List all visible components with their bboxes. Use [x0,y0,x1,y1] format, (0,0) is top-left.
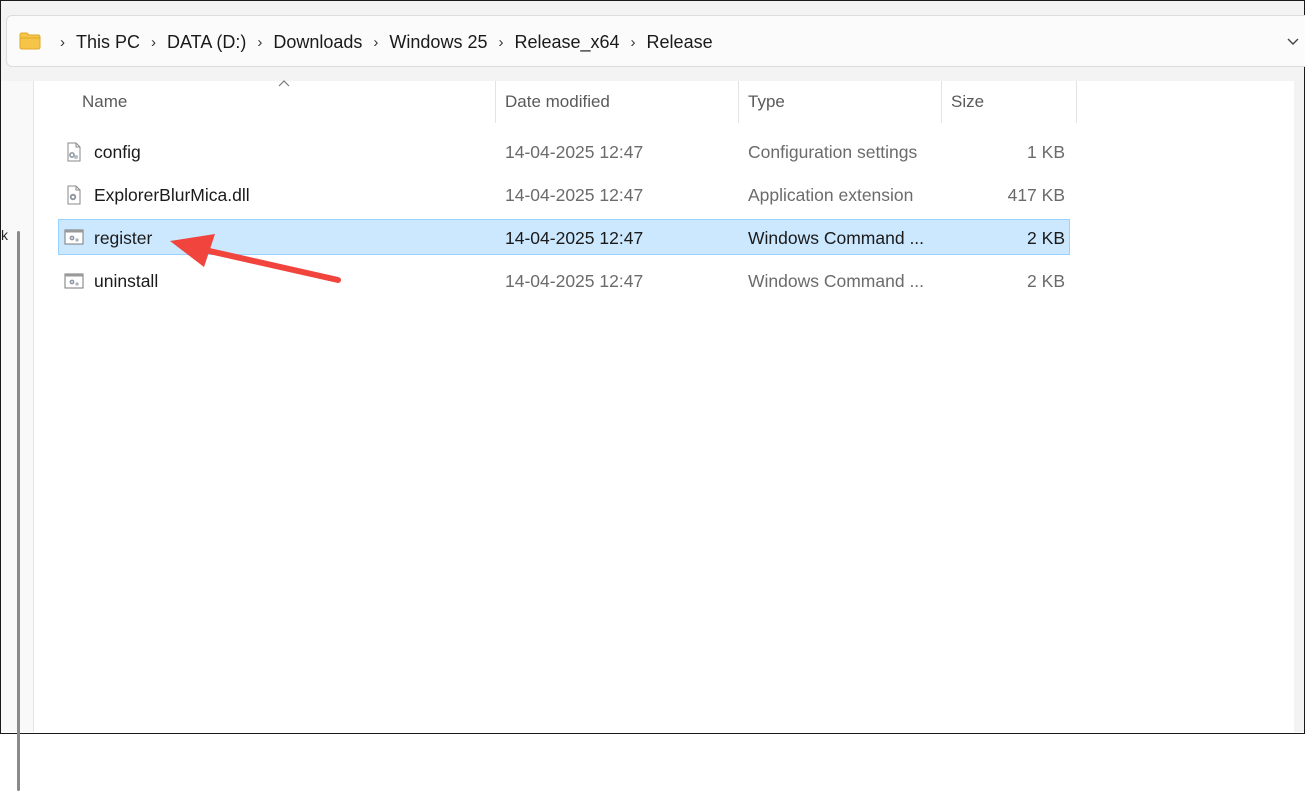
chevron-right-icon[interactable]: › [631,34,636,51]
file-name: uninstall [94,271,159,291]
file-type: Application extension [748,185,914,205]
chevron-right-icon[interactable]: › [151,34,156,51]
navigation-pane: k [1,81,34,791]
navigation-pane-partial-label: k [1,227,8,243]
breadcrumb-downloads[interactable]: Downloads [273,32,362,53]
file-row-register[interactable]: register 14-04-2025 12:47 Windows Comman… [58,219,1070,255]
file-type: Windows Command ... [748,271,925,291]
chevron-down-icon[interactable] [1286,34,1300,48]
file-row-explorerblurmica-dll[interactable]: ExplorerBlurMica.dll 14-04-2025 12:47 Ap… [58,177,1070,213]
cmd-file-icon [64,273,84,289]
file-type: Configuration settings [748,142,918,162]
dll-file-icon [67,185,81,205]
column-header-date-modified[interactable]: Date modified [505,81,610,123]
column-header-type[interactable]: Type [748,81,785,123]
file-row-uninstall[interactable]: uninstall 14-04-2025 12:47 Windows Comma… [58,263,1070,299]
cmd-file-icon [64,229,84,245]
file-date-modified: 14-04-2025 12:47 [505,271,644,291]
chevron-right-icon[interactable]: › [498,34,503,51]
right-edge-panel [1294,81,1304,732]
column-header-name[interactable]: Name [82,81,127,123]
chevron-right-icon[interactable]: › [60,34,65,51]
breadcrumb-data-drive[interactable]: DATA (D:) [167,32,246,53]
file-name: register [94,228,153,248]
breadcrumb-release-x64[interactable]: Release_x64 [514,32,619,53]
chevron-right-icon[interactable]: › [257,34,262,51]
column-divider[interactable] [495,81,496,123]
column-header-row: Name Date modified Type Size [34,81,1077,123]
config-file-icon [67,142,81,162]
file-date-modified: 14-04-2025 12:47 [505,185,644,205]
address-bar[interactable]: › This PC › DATA (D:) › Downloads › Wind… [6,15,1305,67]
column-divider[interactable] [1076,81,1077,123]
breadcrumb-windows-25[interactable]: Windows 25 [389,32,487,53]
column-divider[interactable] [941,81,942,123]
column-divider[interactable] [738,81,739,123]
file-size: 2 KB [1027,271,1065,291]
file-type: Windows Command ... [748,228,925,248]
navigation-scrollbar[interactable] [17,231,20,791]
file-name: ExplorerBlurMica.dll [94,185,250,205]
file-date-modified: 14-04-2025 12:47 [505,142,644,162]
file-name: config [94,142,141,162]
chevron-right-icon[interactable]: › [373,34,378,51]
breadcrumb: › This PC › DATA (D:) › Downloads › Wind… [49,16,713,68]
file-size: 417 KB [1007,185,1065,205]
column-header-size[interactable]: Size [951,81,984,123]
file-row-config[interactable]: config 14-04-2025 12:47 Configuration se… [58,134,1070,170]
breadcrumb-release[interactable]: Release [647,32,713,53]
breadcrumb-this-pc[interactable]: This PC [76,32,140,53]
file-size: 2 KB [1027,228,1065,248]
folder-icon [19,32,41,50]
file-size: 1 KB [1027,142,1065,162]
file-date-modified: 14-04-2025 12:47 [505,228,644,248]
